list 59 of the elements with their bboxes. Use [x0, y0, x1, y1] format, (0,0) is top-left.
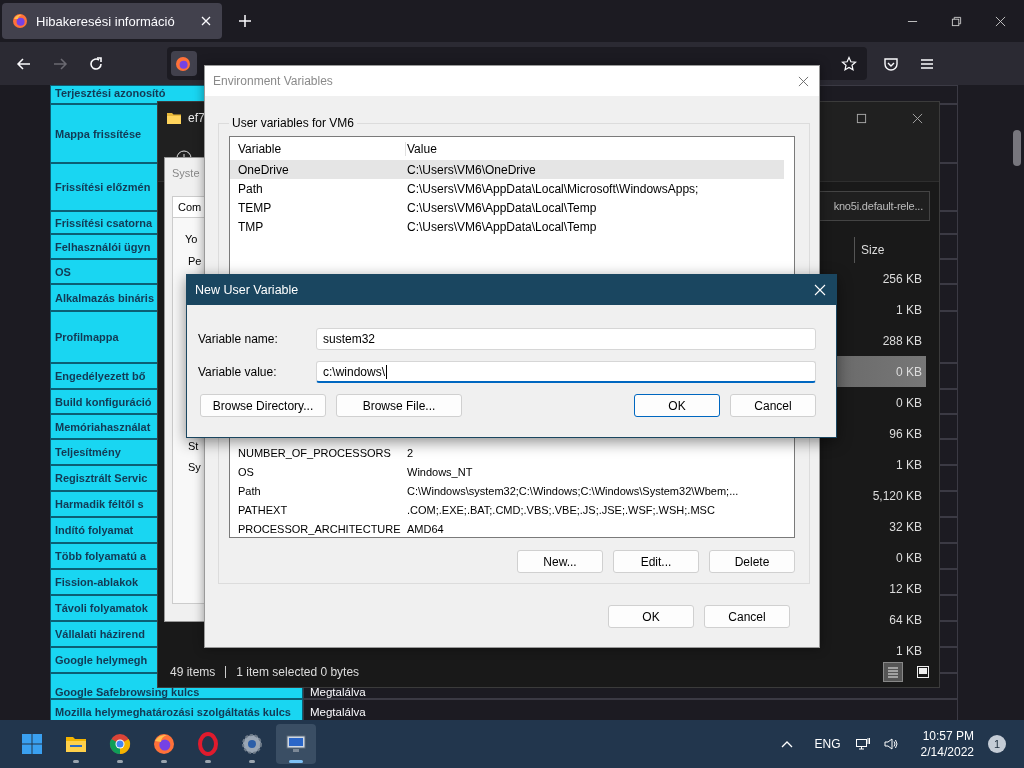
window-title: ef7 [188, 111, 205, 125]
reload-icon[interactable] [88, 55, 104, 72]
identity-button[interactable] [171, 51, 197, 76]
dialog-button[interactable]: OK [634, 394, 720, 417]
dialog-button[interactable]: Delete [709, 550, 795, 573]
clock-time[interactable]: 10:57 PM [922, 728, 974, 744]
input-field[interactable]: sustem32 [316, 328, 816, 350]
table-cell: C:\Windows\system32;C:\Windows;C:\Windows\System32\Wbem;... [406, 484, 739, 497]
pocket-icon[interactable] [883, 55, 899, 72]
tiles-icon [916, 665, 930, 679]
scrollbar-thumb[interactable] [1013, 130, 1021, 166]
network-icon[interactable] [854, 736, 871, 752]
column-header[interactable]: Value [406, 142, 437, 156]
notification-badge[interactable]: 1 [988, 735, 1006, 753]
table-cell-text: OS [238, 465, 255, 478]
table-cell: AMD64 [406, 522, 444, 535]
close-icon[interactable] [798, 75, 809, 87]
language-indicator[interactable]: ENG [814, 737, 841, 751]
windows-start-icon [20, 732, 44, 756]
restore-icon[interactable] [951, 15, 962, 27]
table-cell: 2 [406, 446, 414, 459]
table-cell-text: PATHEXT [238, 503, 289, 516]
star-icon[interactable] [841, 55, 857, 72]
folder-icon [166, 110, 182, 126]
dialog-button[interactable]: Cancel [730, 394, 816, 417]
column-header[interactable]: Size [854, 237, 939, 263]
dialog-button[interactable]: Edit... [613, 550, 699, 573]
window-title: Environment Variables [213, 74, 333, 88]
browser-logo-icon [175, 55, 191, 72]
gear-icon [240, 732, 264, 756]
label: St [188, 439, 200, 453]
label: Yo [185, 232, 199, 246]
field-label: Variable name: [198, 332, 279, 346]
column-header[interactable]: Variable [238, 142, 406, 156]
table-cell: .COM;.EXE;.BAT;.CMD;.VBS;.VBE;.JS;.JSE;.WSF;.WSH;.MSC [406, 503, 715, 516]
input-field[interactable]: c:\windows\ [316, 361, 816, 383]
ring-logo-icon [196, 732, 220, 756]
dialog-button[interactable]: Cancel [704, 605, 790, 628]
dialog-button[interactable]: OK [608, 605, 694, 628]
new-tab-icon[interactable] [238, 14, 252, 28]
dialog-button[interactable]: New... [517, 550, 603, 573]
volume-icon[interactable] [882, 736, 899, 752]
dialog-button[interactable]: Browse File... [336, 394, 462, 417]
list-icon [886, 665, 900, 679]
browser-logo-icon [12, 13, 28, 29]
dialog-button[interactable]: Browse Directory... [200, 394, 326, 417]
forward-icon[interactable] [52, 55, 68, 72]
back-icon[interactable] [16, 55, 32, 72]
variable-row[interactable]: OneDrive C:\Users\VM6\OneDrive [230, 160, 784, 179]
taskbar-button[interactable] [276, 724, 316, 764]
window-title: Syste [171, 166, 201, 181]
clock-date[interactable]: 2/14/2022 [920, 744, 974, 760]
table-header-cell: Mozilla helymeghatározási szolgáltatás kulcs [50, 699, 303, 720]
table-cell: Windows_NT [406, 465, 473, 478]
browser-logo-icon [152, 732, 176, 756]
browser-logo-icon [108, 732, 132, 756]
browser-tab[interactable]: Hibakeresési információ [2, 3, 222, 39]
close-icon[interactable] [912, 112, 923, 124]
maximize-icon[interactable] [856, 112, 867, 124]
